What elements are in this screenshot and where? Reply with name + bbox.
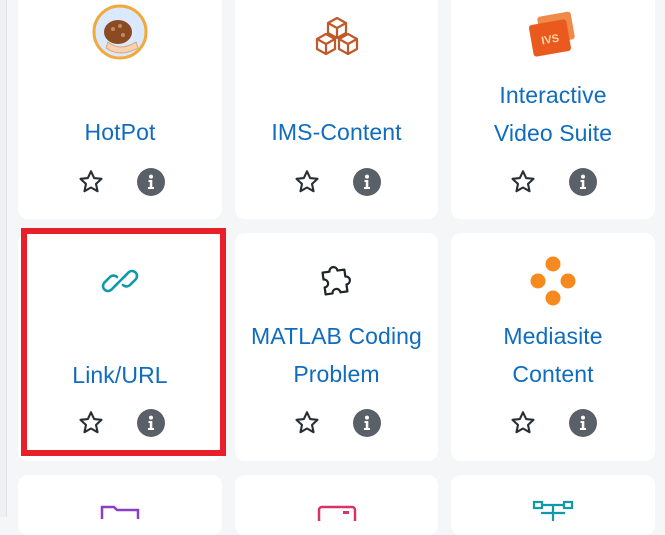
- module-tile-folder-partial[interactable]: [18, 475, 222, 535]
- info-icon[interactable]: [569, 168, 597, 196]
- module-name-line: Mediasite: [503, 323, 603, 349]
- module-actions: [18, 167, 222, 197]
- module-actions: [451, 408, 655, 438]
- star-icon[interactable]: [508, 408, 538, 438]
- module-tile-matlab-coding-problem[interactable]: MATLAB Coding Problem: [235, 233, 438, 461]
- link-icon: [98, 259, 142, 303]
- hotpot-icon: [92, 4, 148, 60]
- module-tile-pink-partial[interactable]: [235, 475, 438, 535]
- module-tile-teal-partial[interactable]: [451, 475, 655, 535]
- star-icon[interactable]: [76, 408, 106, 438]
- diagram-icon: [531, 499, 575, 521]
- module-actions: [18, 408, 222, 438]
- module-name-line: MATLAB Coding: [251, 323, 422, 349]
- star-icon[interactable]: [508, 167, 538, 197]
- mediasite-icon: [525, 253, 581, 309]
- module-actions: [235, 408, 438, 438]
- module-actions: [235, 167, 438, 197]
- info-icon[interactable]: [353, 168, 381, 196]
- star-icon[interactable]: [292, 167, 322, 197]
- module-name-line: Video Suite: [493, 120, 613, 146]
- left-rail: [0, 0, 7, 517]
- module-tile-mediasite-content[interactable]: Mediasite Content: [451, 233, 655, 461]
- info-icon[interactable]: [569, 409, 597, 437]
- module-name-line: Content: [512, 361, 594, 387]
- puzzle-icon: [314, 257, 360, 303]
- module-actions: [451, 167, 655, 197]
- star-icon[interactable]: [292, 408, 322, 438]
- media-icon: [317, 503, 357, 521]
- module-name[interactable]: Mediasite Content: [451, 317, 655, 393]
- ims-content-icon: [312, 12, 362, 62]
- module-name[interactable]: Interactive Video Suite: [451, 76, 655, 152]
- module-name[interactable]: HotPot: [18, 113, 222, 151]
- module-name[interactable]: IMS-Content: [235, 113, 438, 151]
- info-icon[interactable]: [137, 409, 165, 437]
- module-name[interactable]: Link/URL: [18, 356, 222, 394]
- module-name-line: Problem: [293, 361, 380, 387]
- module-tile-interactive-video-suite[interactable]: IVS Interactive Video Suite: [451, 0, 655, 219]
- module-name-line: Interactive: [499, 82, 607, 108]
- folder-icon: [100, 501, 140, 521]
- module-name[interactable]: MATLAB Coding Problem: [235, 317, 438, 393]
- star-icon[interactable]: [76, 167, 106, 197]
- module-tile-ims-content[interactable]: IMS-Content: [235, 0, 438, 219]
- info-icon[interactable]: [137, 168, 165, 196]
- info-icon[interactable]: [353, 409, 381, 437]
- interactive-video-suite-icon: IVS: [525, 10, 581, 62]
- module-tile-link-url[interactable]: Link/URL: [18, 233, 222, 461]
- module-tile-hotpot[interactable]: HotPot: [18, 0, 222, 219]
